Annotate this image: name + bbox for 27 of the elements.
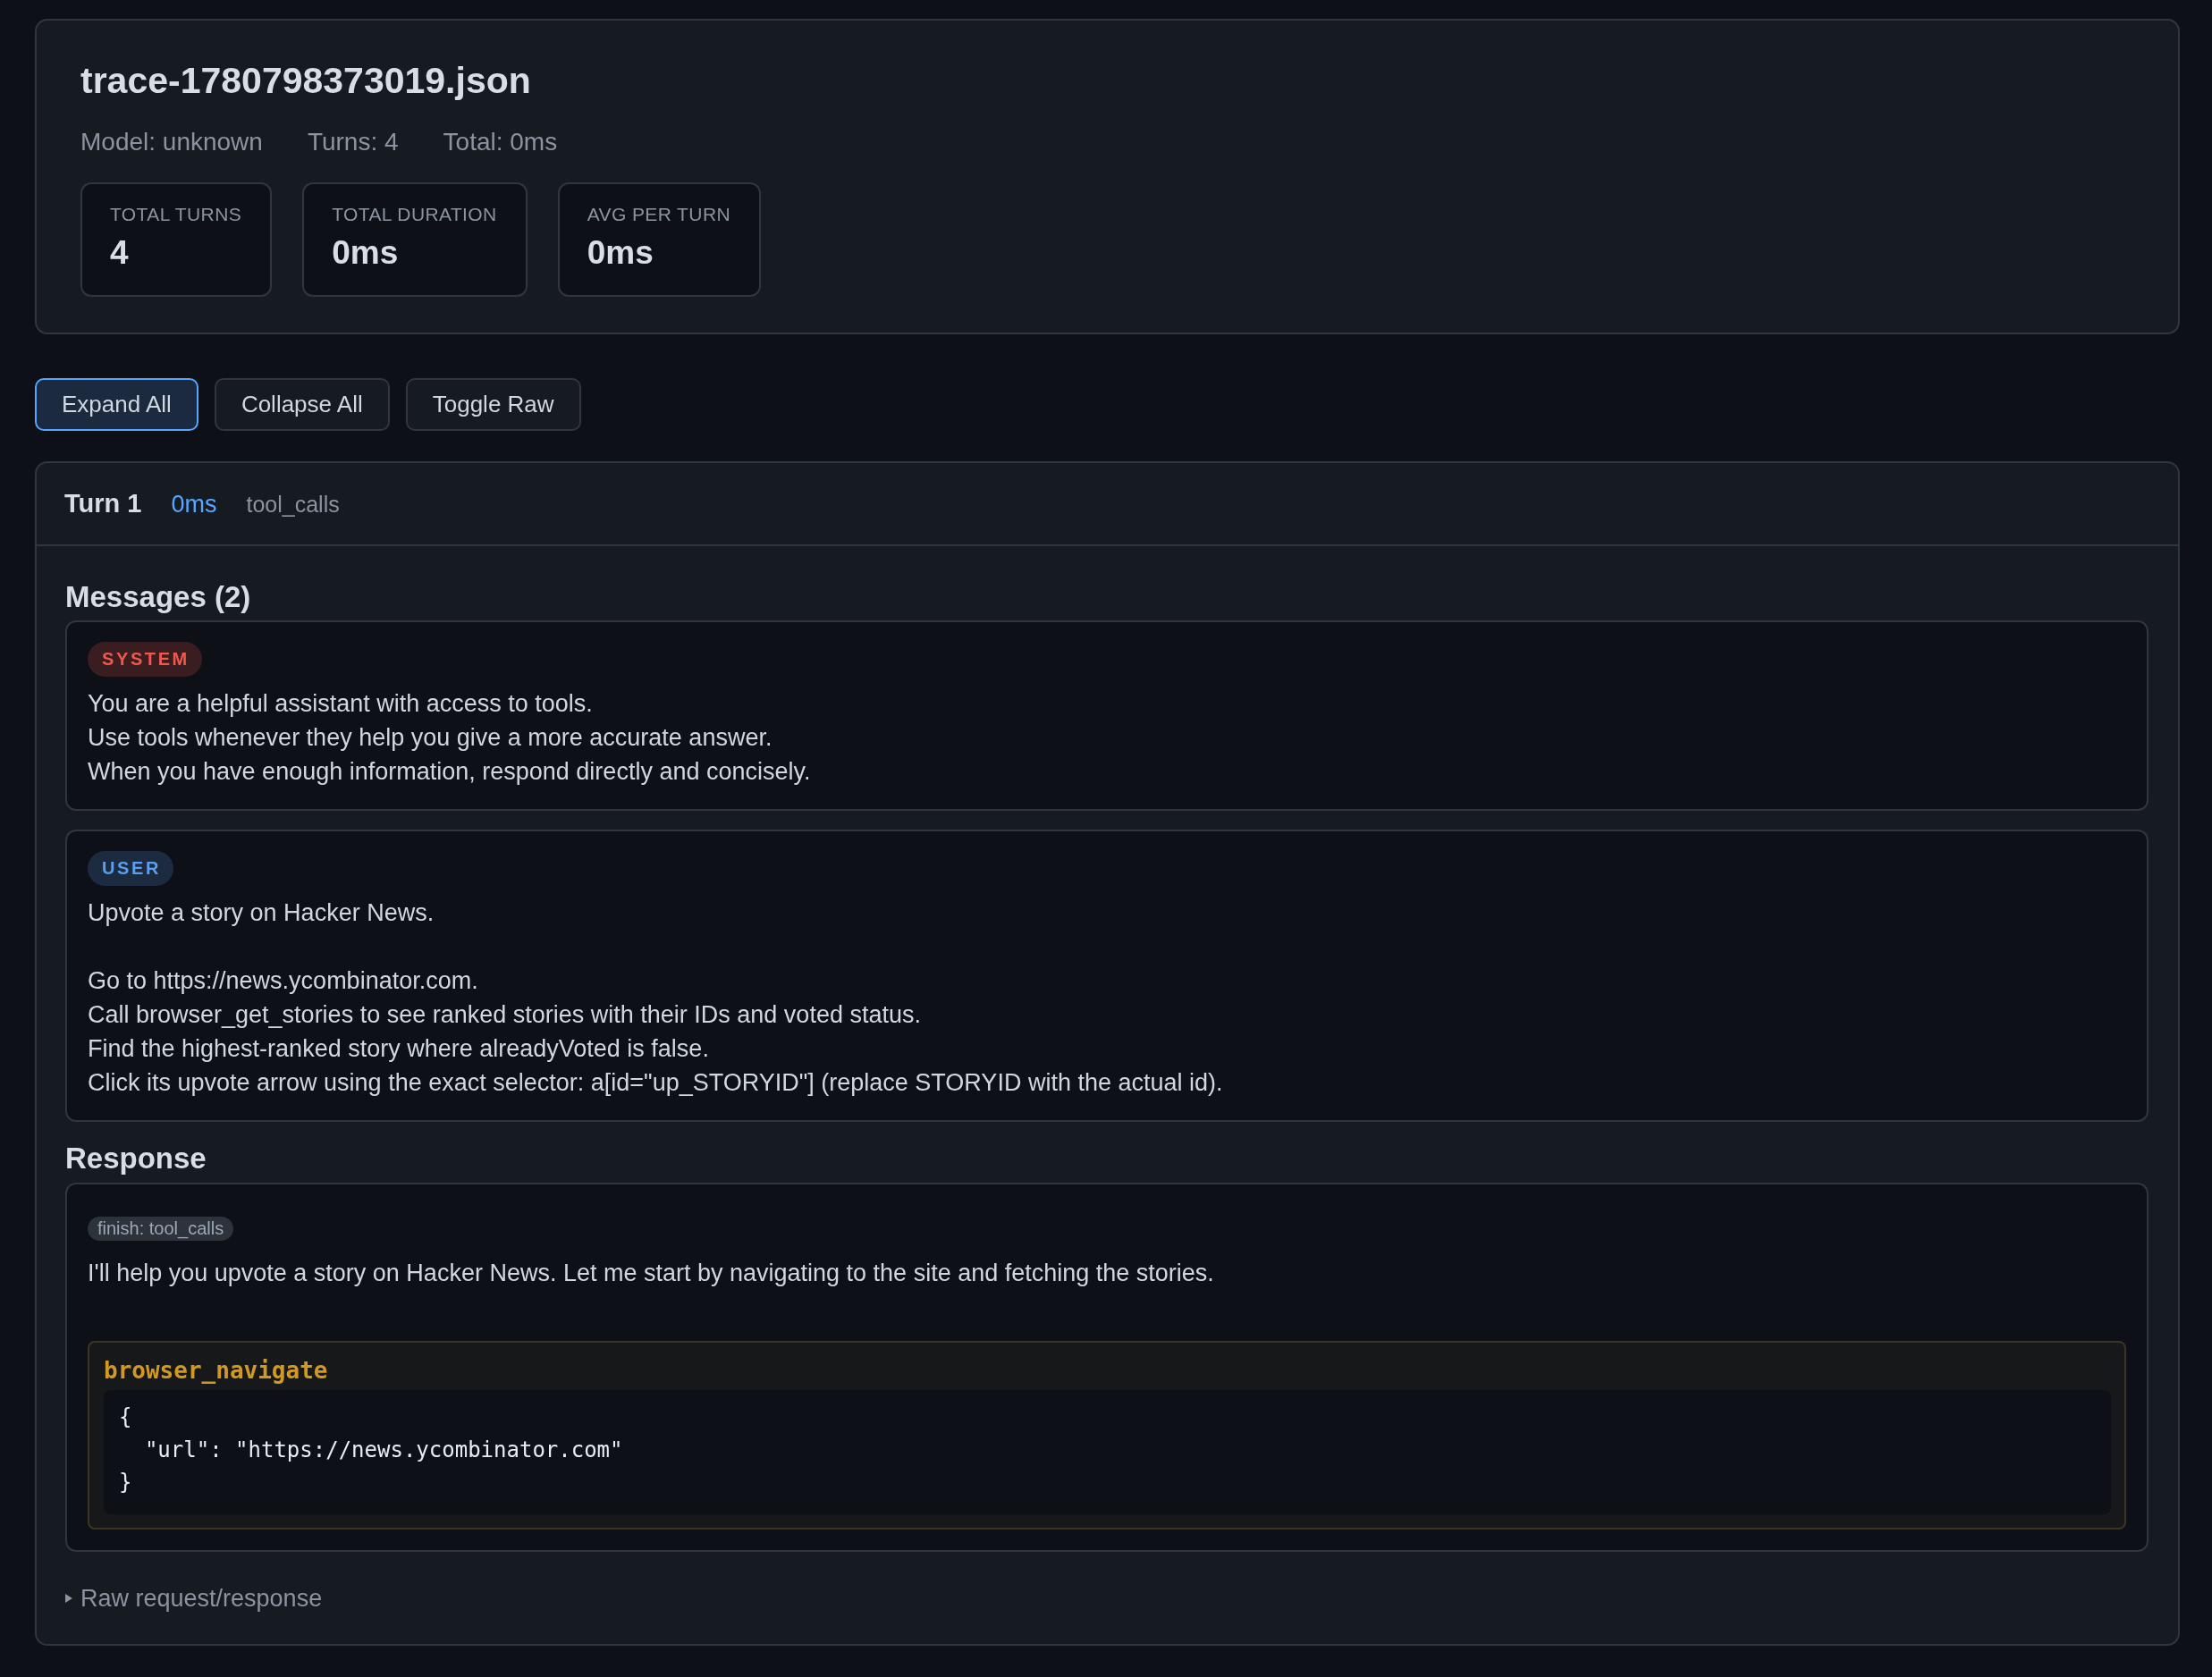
- stat-value: 0ms: [332, 233, 400, 273]
- raw-toggle[interactable]: Raw request/response: [65, 1583, 323, 1614]
- stat-label: TOTAL DURATION: [332, 203, 497, 226]
- turn-title: Turn 1: [64, 488, 142, 519]
- toolbar-button[interactable]: Collapse All: [214, 378, 390, 431]
- section-heading: Response: [65, 1141, 207, 1176]
- tool-name: browser_navigate: [104, 1357, 328, 1384]
- code-block: { "url": "https://news.ycombinator.com" }: [104, 1390, 2111, 1514]
- finish-tag: finish: tool_calls: [88, 1217, 234, 1241]
- toolbar-button[interactable]: Expand All: [35, 378, 198, 431]
- meta-text: Model: unknown: [80, 127, 263, 157]
- section-heading: Messages (2): [65, 579, 252, 615]
- meta-text: Total: 0ms: [443, 127, 558, 157]
- turn-duration: 0ms: [171, 490, 217, 519]
- role-tag: SYSTEM: [88, 642, 202, 677]
- role-tag: USER: [88, 851, 173, 886]
- stat-label: AVG PER TURN: [587, 203, 731, 226]
- message-text: You are a helpful assistant with access to tools. Use tools whenever they help you give a more accurate answer. When you have enough information, respond directly and concisely.: [88, 689, 812, 787]
- stat-value: 0ms: [587, 233, 654, 273]
- stat-value: 4: [110, 233, 130, 273]
- finish-reason: tool_calls: [246, 491, 340, 518]
- meta-text: Turns: 4: [307, 127, 399, 157]
- toolbar-button[interactable]: Toggle Raw: [405, 378, 581, 431]
- stat-label: TOTAL TURNS: [110, 203, 242, 226]
- response-text: I'll help you upvote a story on Hacker News. Let me start by navigating to the site and fetching the stories.: [88, 1259, 1215, 1288]
- message-text: Upvote a story on Hacker News. Go to https://news.ycombinator.com. Call browser_get_stories to see ranked stories with their IDs and voted status. Find the highest-ranked story where alreadyVoted is false. Click its upvote arrow using the exact selector: a[id="up_STORYID"] (replace STORYID with the actual id).: [88, 898, 1224, 1098]
- trace-title: trace-1780798373019.json: [80, 59, 532, 103]
